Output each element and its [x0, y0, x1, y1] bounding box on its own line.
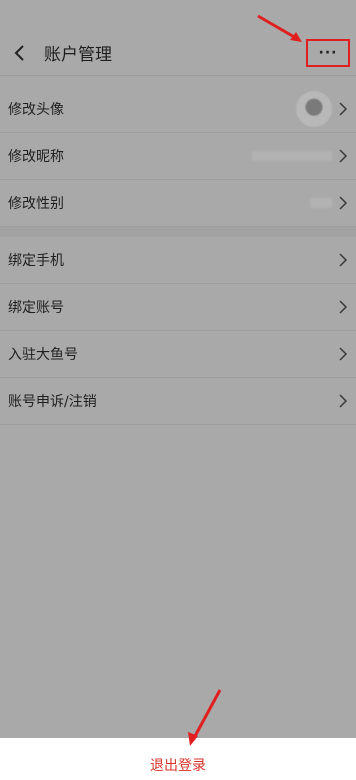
chevron-right-icon — [339, 300, 348, 314]
list-item-appeal-cancel[interactable]: 账号申诉/注销 — [0, 378, 356, 425]
list-item-bind-account[interactable]: 绑定账号 — [0, 284, 356, 331]
row-label: 账号申诉/注销 — [8, 394, 97, 410]
list-item-change-gender[interactable]: 修改性别 — [0, 180, 356, 227]
list-item-change-nickname[interactable]: 修改昵称 — [0, 133, 356, 180]
blurred-gender — [310, 198, 332, 208]
row-label: 绑定账号 — [8, 300, 64, 316]
dimmed-screen: 账户管理 ··· 修改头像 修改昵称 修改性别 绑定手机 绑定账号 入驻大鱼号 … — [0, 0, 356, 738]
blurred-nickname — [252, 151, 332, 161]
list-item-change-avatar[interactable]: 修改头像 — [0, 86, 356, 133]
row-label: 修改头像 — [8, 102, 64, 118]
chevron-right-icon — [339, 394, 348, 408]
profile-settings-group: 修改头像 修改昵称 修改性别 — [0, 86, 356, 227]
logout-button[interactable]: 退出登录 — [150, 755, 206, 775]
row-label: 修改性别 — [8, 196, 64, 212]
list-item-bind-phone[interactable]: 绑定手机 — [0, 237, 356, 284]
page-title: 账户管理 — [44, 45, 112, 65]
chevron-right-icon — [339, 149, 348, 163]
account-binding-group: 绑定手机 绑定账号 入驻大鱼号 账号申诉/注销 — [0, 237, 356, 425]
avatar — [296, 91, 332, 127]
chevron-right-icon — [339, 196, 348, 210]
back-button[interactable] — [0, 30, 40, 76]
row-label: 修改昵称 — [8, 149, 64, 165]
group-divider — [0, 227, 356, 237]
chevron-left-icon — [14, 44, 24, 61]
more-icon: ··· — [318, 45, 338, 61]
chevron-right-icon — [339, 347, 348, 361]
logout-bar: 退出登录 — [0, 738, 356, 780]
more-options-button[interactable]: ··· — [306, 39, 350, 67]
row-label: 绑定手机 — [8, 253, 64, 269]
chevron-right-icon — [339, 102, 348, 116]
chevron-right-icon — [339, 253, 348, 267]
list-item-join-dayu[interactable]: 入驻大鱼号 — [0, 331, 356, 378]
row-label: 入驻大鱼号 — [8, 347, 78, 363]
top-bar: 账户管理 ··· — [0, 30, 356, 76]
